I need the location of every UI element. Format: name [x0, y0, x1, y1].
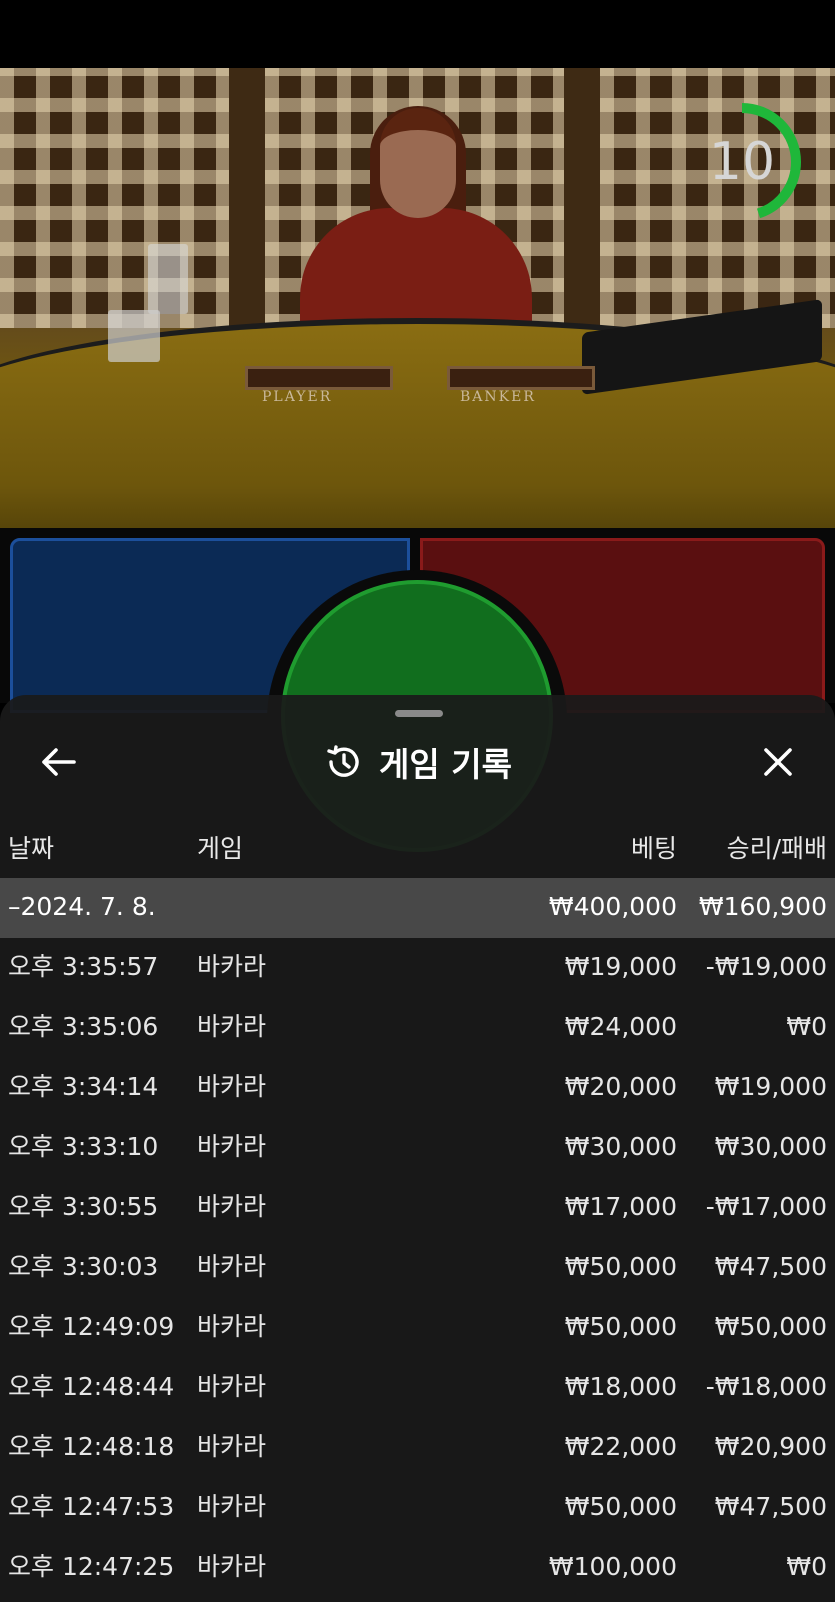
row-win-loss: ₩30,000 — [714, 1132, 827, 1161]
lattice-screen-left — [0, 68, 230, 328]
table-row[interactable]: 오후 3:34:14 바카라 ₩20,000 ₩19,000 — [0, 1058, 835, 1118]
row-win-loss: -₩17,000 — [705, 1192, 827, 1221]
dealer-head — [380, 108, 456, 218]
table-row[interactable]: 오후 12:49:09 바카라 ₩50,000 ₩50,000 — [0, 1298, 835, 1358]
row-win-loss: ₩0 — [786, 1552, 827, 1581]
table-label-banker: BANKER — [460, 389, 536, 405]
row-game: 바카라 — [197, 1252, 267, 1281]
row-time: 오후 3:34:14 — [8, 1072, 159, 1101]
row-time: 오후 3:30:55 — [8, 1192, 159, 1221]
summary-bet: ₩400,000 — [548, 892, 677, 921]
table-row[interactable]: 오후 12:47:25 바카라 ₩100,000 ₩0 — [0, 1538, 835, 1598]
row-bet: ₩30,000 — [564, 1132, 677, 1161]
row-time: 오후 3:33:10 — [8, 1132, 159, 1161]
row-win-loss: -₩18,000 — [705, 1372, 827, 1401]
row-bet: ₩50,000 — [564, 1492, 677, 1521]
banker-card-box — [447, 366, 595, 390]
table-row[interactable]: 오후 12:48:18 바카라 ₩22,000 ₩20,900 — [0, 1418, 835, 1478]
sheet-header: 게임 기록 — [0, 734, 835, 790]
row-win-loss: ₩47,500 — [714, 1252, 827, 1281]
row-game: 바카라 — [197, 1072, 267, 1101]
row-bet: ₩17,000 — [564, 1192, 677, 1221]
sheet-title: 게임 기록 — [379, 745, 512, 784]
table-row[interactable]: 오후 3:30:03 바카라 ₩50,000 ₩47,500 — [0, 1238, 835, 1298]
row-time: 오후 3:35:06 — [8, 1012, 159, 1041]
row-bet: ₩19,000 — [564, 952, 677, 981]
table-row[interactable]: 오후 3:30:55 바카라 ₩17,000 -₩17,000 — [0, 1178, 835, 1238]
row-win-loss: ₩47,500 — [714, 1492, 827, 1521]
table-label-player: PLAYER — [262, 389, 333, 405]
row-time: 오후 12:47:25 — [8, 1552, 175, 1581]
row-time: 오후 12:47:53 — [8, 1492, 175, 1521]
row-game: 바카라 — [197, 1312, 267, 1341]
close-button[interactable] — [752, 740, 804, 784]
row-game: 바카라 — [197, 1552, 267, 1581]
column-header-bet[interactable]: 베팅 — [631, 834, 677, 864]
row-game: 바카라 — [197, 1132, 267, 1161]
row-time: 오후 12:48:44 — [8, 1372, 175, 1401]
table-row[interactable]: 오후 3:33:10 바카라 ₩30,000 ₩30,000 — [0, 1118, 835, 1178]
row-win-loss: ₩50,000 — [714, 1312, 827, 1341]
table-row[interactable]: 오후 12:47:53 바카라 ₩50,000 ₩47,500 — [0, 1478, 835, 1538]
table-row[interactable]: 오후 3:35:06 바카라 ₩24,000 ₩0 — [0, 998, 835, 1058]
row-win-loss: ₩20,900 — [714, 1432, 827, 1461]
player-card-box — [245, 366, 393, 390]
row-time: 오후 12:48:18 — [8, 1432, 175, 1461]
summary-date: –2024. 7. 8. — [8, 892, 156, 921]
row-bet: ₩100,000 — [548, 1552, 677, 1581]
row-win-loss: ₩0 — [786, 1012, 827, 1041]
row-time: 오후 3:35:57 — [8, 952, 159, 981]
row-game: 바카라 — [197, 1372, 267, 1401]
history-icon — [327, 745, 359, 777]
column-header-game[interactable]: 게임 — [197, 834, 243, 864]
close-icon — [764, 748, 792, 776]
table-header: 날짜 게임 베팅 승리/패배 — [0, 822, 835, 876]
row-bet: ₩24,000 — [564, 1012, 677, 1041]
table-row[interactable]: 오후 12:48:44 바카라 ₩18,000 -₩18,000 — [0, 1358, 835, 1418]
drag-handle[interactable] — [395, 710, 443, 717]
pillar — [564, 68, 600, 328]
table-row[interactable]: 오후 3:35:57 바카라 ₩19,000 -₩19,000 — [0, 938, 835, 998]
summary-win-loss: ₩160,900 — [698, 892, 827, 921]
countdown-timer-value: 10 — [708, 132, 776, 192]
row-bet: ₩18,000 — [564, 1372, 677, 1401]
row-game: 바카라 — [197, 1192, 267, 1221]
status-bar — [0, 0, 835, 68]
card-holder — [108, 310, 160, 362]
column-header-win-loss[interactable]: 승리/패배 — [727, 834, 827, 864]
row-game: 바카라 — [197, 952, 267, 981]
row-time: 오후 12:49:09 — [8, 1312, 175, 1341]
row-time: 오후 3:30:03 — [8, 1252, 159, 1281]
card-holder — [148, 244, 188, 314]
row-game: 바카라 — [197, 1492, 267, 1521]
row-bet: ₩50,000 — [564, 1252, 677, 1281]
row-bet: ₩20,000 — [564, 1072, 677, 1101]
row-bet: ₩50,000 — [564, 1312, 677, 1341]
row-win-loss: ₩19,000 — [714, 1072, 827, 1101]
date-summary-row[interactable]: –2024. 7. 8. ₩400,000 ₩160,900 — [0, 878, 835, 938]
row-win-loss: -₩19,000 — [705, 952, 827, 981]
row-game: 바카라 — [197, 1432, 267, 1461]
row-game: 바카라 — [197, 1012, 267, 1041]
row-bet: ₩22,000 — [564, 1432, 677, 1461]
pillar — [229, 68, 265, 328]
column-header-date[interactable]: 날짜 — [8, 834, 54, 864]
